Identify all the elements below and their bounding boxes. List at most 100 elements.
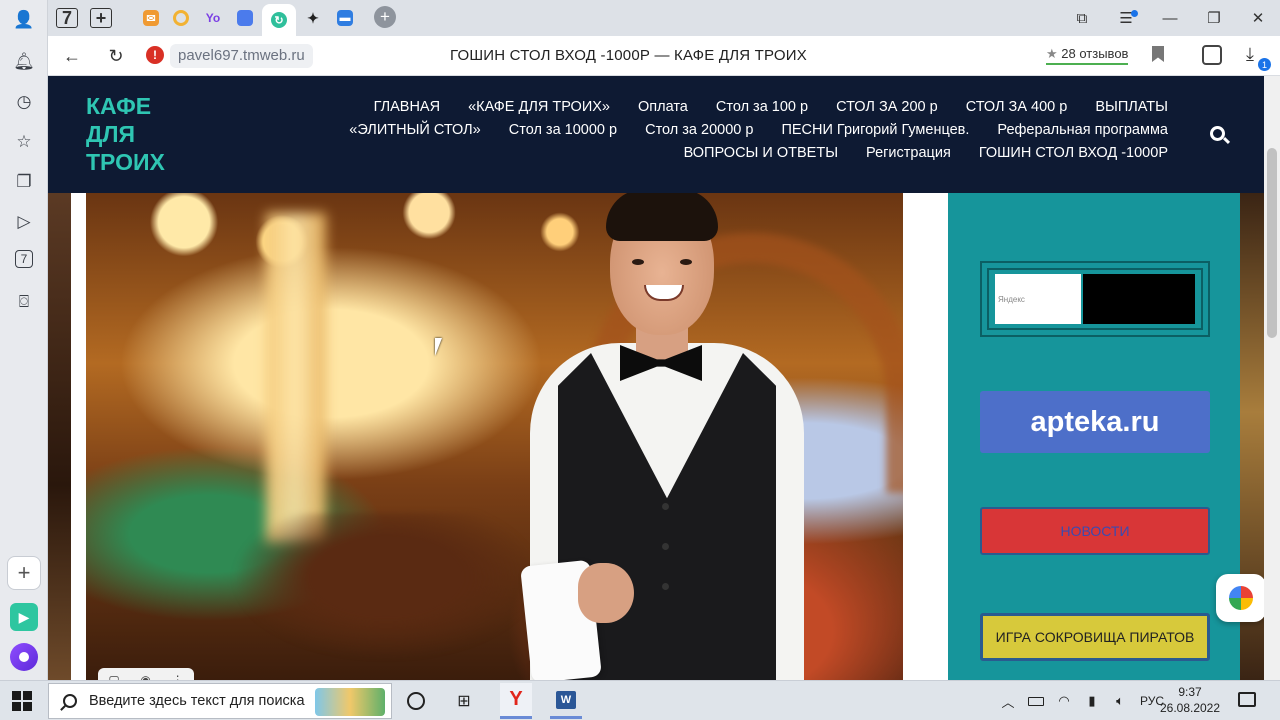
video-play-icon[interactable]: ▷ [12,210,36,234]
cube-tab[interactable] [230,4,260,32]
tab-strip: 7 + ✉ Yo ↻ ✦ ▬ + ⧉ ☰ — ❐ ✕ [48,0,1280,36]
nav-item-faq[interactable]: ВОПРОСЫ И ОТВЕТЫ [684,145,838,162]
mail-tab[interactable]: ✉ [136,4,166,32]
add-panel-button[interactable]: + [7,556,41,590]
window-controls: ⧉ ☰ — ❐ ✕ [1060,0,1280,36]
site-logo[interactable]: КАФЕ ДЛЯ ТРОИХ [86,92,165,176]
mail-icon: ✉ [143,10,159,26]
site-sidebar: Яндекс apteka.ru НОВОСТИ ИГРА СОКРОВИЩА … [948,193,1240,680]
yandex-browser-app-icon[interactable]: Y [500,683,532,719]
history-icon[interactable]: ◷ [12,90,36,114]
apteka-banner[interactable]: apteka.ru [980,391,1210,453]
nav-item-table-100[interactable]: Стол за 100 р [716,99,808,116]
download-icon[interactable]: ⤓ [1246,44,1254,65]
waiter-eye [632,259,644,265]
cortana-icon[interactable] [402,687,430,715]
nav-item-home[interactable]: ГЛАВНАЯ [374,99,441,116]
tray-chevron-up-icon[interactable]: ︿ [1000,693,1016,710]
chat-tab[interactable]: ▬ [330,4,360,32]
waiter-hair [606,193,718,241]
new-folder-tab[interactable]: + [86,4,116,32]
notification-center-icon[interactable] [1238,692,1256,707]
battery-icon[interactable] [1028,696,1044,706]
nav-item-referral[interactable]: Реферальная программа [997,122,1168,139]
ad-banner[interactable]: Яндекс [980,261,1210,337]
task-view-icon[interactable]: ⊞ [450,687,478,715]
nav-item-payment[interactable]: Оплата [638,99,688,116]
camera-icon[interactable]: ◉ [140,673,150,680]
back-button[interactable]: ← [60,44,84,68]
wifi-icon[interactable]: ◠ [1056,693,1072,709]
more-vertical-icon[interactable]: ⋮ [172,673,184,680]
waiter-figure [486,193,886,680]
home-tab[interactable]: 7 [52,4,82,32]
waiter-hand [578,563,634,623]
reviews-label: 28 отзывов [1061,46,1129,61]
q-tab[interactable] [166,4,196,32]
yo-tab[interactable]: Yo [198,4,228,32]
search-icon[interactable] [1210,126,1225,141]
bookmark-icon[interactable] [1152,46,1164,62]
frame-icon[interactable]: ▢ [108,673,119,680]
reviews-link[interactable]: ★ 28 отзывов [1046,46,1129,65]
nav-item-cafe[interactable]: «КАФЕ ДЛЯ ТРОИХ» [468,99,610,116]
website-viewport: КАФЕ ДЛЯ ТРОИХ ГЛАВНАЯ «КАФЕ ДЛЯ ТРОИХ» … [48,76,1264,680]
sparkle-icon: ✦ [307,9,319,26]
q-icon [173,10,189,26]
nav-item-table-400[interactable]: СТОЛ ЗА 400 р [966,99,1068,116]
extension-icon[interactable] [1202,45,1222,65]
chat-icon: ▬ [337,10,353,26]
tabs-collection-icon[interactable]: ⧉ [1060,0,1104,36]
folder-plus-icon: + [90,8,112,28]
pirates-game-button[interactable]: ИГРА СОКРОВИЩА ПИРАТОВ [980,613,1210,661]
active-site-tab[interactable]: ↻ [262,4,296,36]
scrollbar-thumb[interactable] [1267,148,1277,338]
bookmarks-star-icon[interactable]: ☆ [12,130,36,154]
yandex-ad-tile[interactable]: Яндекс [995,274,1081,324]
hero-image-waiter [86,193,903,680]
close-button[interactable]: ✕ [1236,0,1280,36]
notifications-icon[interactable]: 🔔︎ [12,50,36,74]
volume-icon[interactable]: 🔈︎ [1112,693,1128,709]
nav-item-elite-table[interactable]: «ЭЛИТНЫЙ СТОЛ» [349,122,480,139]
black-ad-tile[interactable] [1083,274,1195,324]
nav-item-songs[interactable]: ПЕСНИ Григорий Гуменцев. [781,122,969,139]
browser-menu-icon[interactable]: ☰ [1104,0,1148,36]
word-app-icon[interactable]: W [550,683,582,719]
nav-item-table-200[interactable]: СТОЛ ЗА 200 р [836,99,938,116]
waiter-eye [680,259,692,265]
new-tab-button[interactable]: + [374,6,396,28]
clock-time: 9:37 [1178,685,1202,699]
search-magnifier-icon [63,694,77,708]
system-clock[interactable]: 9:37 26.08.2022 [1152,684,1228,716]
nav-item-table-10000[interactable]: Стол за 10000 р [509,122,617,139]
seven-icon[interactable]: 7 [15,250,33,268]
windows-start-icon[interactable] [12,691,32,711]
taskbar-search-box[interactable]: Введите здесь текст для поиска [48,683,392,719]
alice-assistant-icon[interactable] [10,643,38,671]
news-button[interactable]: НОВОСТИ [980,507,1210,555]
sparkle-tab[interactable]: ✦ [298,4,328,32]
messenger-icon[interactable]: ▶ [10,603,38,631]
nav-item-registration[interactable]: Регистрация [866,145,951,162]
reload-button[interactable]: ↻ [104,44,128,68]
screenshot-icon[interactable]: ⌼ [12,290,36,314]
vest-button [662,583,669,590]
home-icon: 7 [56,8,78,28]
site-favicon-icon: ↻ [271,12,287,28]
bg-pillar [266,213,326,543]
nav-item-table-20000[interactable]: Стол за 20000 р [645,122,753,139]
minimize-button[interactable]: — [1148,0,1192,36]
url-domain[interactable]: pavel697.tmweb.ru [170,44,313,68]
profile-icon[interactable]: 👤 [12,8,36,32]
security-warning-icon[interactable]: ! [146,46,164,64]
nav-item-goshin-table[interactable]: ГОШИН СТОЛ ВХОД -1000Р [979,145,1168,162]
page-scrollbar[interactable] [1264,76,1280,680]
microphone-icon[interactable]: ▮ [1084,693,1100,709]
maximize-button[interactable]: ❐ [1192,0,1236,36]
nav-item-payouts[interactable]: ВЫПЛАТЫ [1095,99,1168,116]
assistant-floating-button[interactable] [1216,574,1266,622]
browser-sidebar: 👤 🔔︎ ◷ ☆ ❐ ▷ 7 ⌼ + ▶ [0,0,48,680]
ad-banner-inner: Яндекс [987,268,1203,330]
collections-icon[interactable]: ❐ [12,170,36,194]
